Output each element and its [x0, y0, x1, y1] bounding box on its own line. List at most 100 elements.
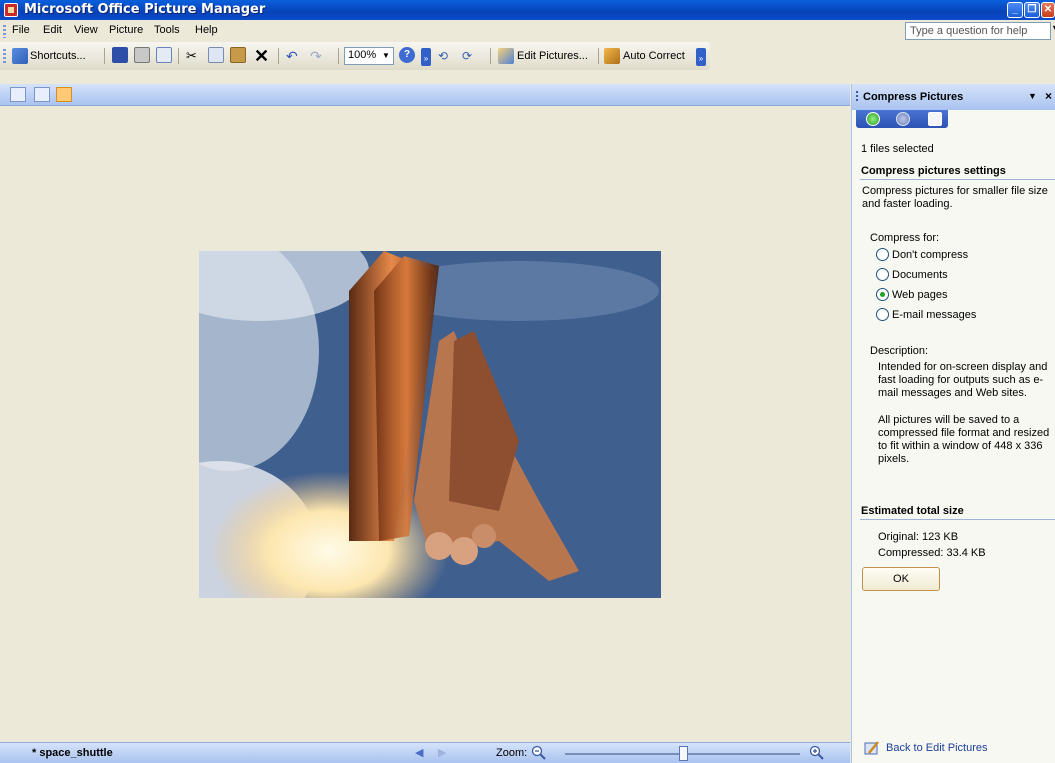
undo-icon[interactable]: ↶ — [286, 47, 298, 65]
ok-button[interactable]: OK — [862, 567, 940, 591]
zoom-in-icon[interactable] — [809, 745, 825, 761]
menu-view[interactable]: View — [74, 24, 98, 36]
menu-help[interactable]: Help — [195, 24, 218, 36]
status-bar: * space_shuttle ◀ ▶ Zoom: — [0, 742, 850, 763]
radio-button-selected[interactable] — [876, 288, 889, 301]
toolbar-separator — [278, 48, 279, 64]
view-switcher — [0, 84, 850, 106]
shortcuts-label: Shortcuts... — [30, 50, 86, 62]
window-title: Microsoft Office Picture Manager — [24, 2, 266, 17]
save-note-text: All pictures will be saved to a compress… — [878, 414, 1050, 465]
task-pane-nav — [856, 110, 948, 128]
files-selected-text: 1 files selected — [861, 143, 934, 155]
restore-button[interactable]: ❐ — [1024, 2, 1040, 18]
filmstrip-view-icon[interactable] — [34, 87, 50, 102]
toolbar-options-chevron-icon[interactable]: » — [421, 48, 431, 66]
menu-edit[interactable]: Edit — [43, 24, 62, 36]
zoom-label: Zoom: — [496, 747, 528, 759]
menu-grip[interactable] — [3, 25, 6, 38]
picture-work-area — [6, 106, 850, 742]
close-button[interactable]: ✕ — [1041, 2, 1055, 18]
home-icon[interactable] — [928, 112, 942, 126]
section-divider — [860, 519, 1055, 520]
toolbar-options-chevron-icon[interactable]: » — [696, 48, 706, 66]
back-arrow-icon[interactable] — [866, 112, 880, 126]
edit-pictures-icon — [498, 48, 514, 64]
toolbar-grip[interactable] — [3, 49, 6, 63]
radio-button[interactable] — [876, 268, 889, 281]
edit-pictures-button[interactable]: Edit Pictures... — [498, 47, 588, 65]
radio-button[interactable] — [876, 248, 889, 261]
option-documents[interactable]: Documents — [876, 268, 948, 281]
shortcuts-button[interactable]: Shortcuts... — [12, 47, 86, 65]
delete-icon[interactable]: ✕ — [254, 46, 269, 66]
edit-pictures-label: Edit Pictures... — [517, 50, 588, 62]
standard-toolbar: Shortcuts... ✂ ✕ ↶ ↷ 100% ▼ ? » ⟲ ⟳ Edit… — [0, 42, 710, 70]
help-icon[interactable]: ? — [399, 47, 415, 63]
compressed-size-text: Compressed: 33.4 KB — [878, 547, 986, 559]
back-to-edit-pictures-link[interactable]: Back to Edit Pictures — [886, 742, 988, 754]
compress-pictures-task-pane: Compress Pictures ▼ × 1 files selected C… — [851, 84, 1055, 763]
rotate-left-icon[interactable]: ⟲ — [438, 47, 448, 65]
task-pane-grip[interactable] — [856, 91, 858, 103]
toolbar-separator — [178, 48, 179, 64]
print-icon[interactable] — [134, 47, 150, 63]
menu-picture[interactable]: Picture — [109, 24, 143, 36]
section-divider — [860, 179, 1055, 180]
option-label: Documents — [892, 268, 948, 281]
zoom-out-icon[interactable] — [531, 745, 547, 761]
minimize-button[interactable]: _ — [1007, 2, 1023, 18]
paste-icon[interactable] — [230, 47, 246, 63]
description-label: Description: — [870, 345, 929, 357]
toolbar-separator — [338, 48, 339, 64]
toolbar-separator — [598, 48, 599, 64]
option-email-messages[interactable]: E-mail messages — [876, 308, 976, 321]
menu-bar: File Edit View Picture Tools Help Type a… — [0, 20, 1055, 42]
shuttle-launch-image — [199, 251, 661, 598]
option-label: E-mail messages — [892, 308, 977, 321]
publish-icon[interactable] — [156, 47, 172, 63]
single-picture-view-icon[interactable] — [56, 87, 72, 102]
current-file-name: * space_shuttle — [32, 747, 113, 759]
thumbnail-view-icon[interactable] — [10, 87, 26, 102]
zoom-select[interactable]: 100% ▼ — [344, 47, 394, 65]
chevron-down-icon: ▼ — [382, 51, 390, 60]
zoom-value: 100% — [348, 49, 377, 61]
auto-correct-icon — [604, 48, 620, 64]
help-search-input[interactable]: Type a question for help — [905, 22, 1051, 40]
toolbar-separator — [104, 48, 105, 64]
shortcuts-icon — [12, 48, 28, 64]
zoom-slider-thumb[interactable] — [678, 746, 688, 761]
edit-pictures-icon — [864, 741, 879, 755]
radio-button[interactable] — [876, 308, 889, 321]
task-pane-header: Compress Pictures ▼ × — [852, 84, 1055, 110]
rotate-right-icon[interactable]: ⟳ — [462, 47, 472, 65]
task-pane-close-icon[interactable]: × — [1045, 89, 1052, 103]
title-bar: Microsoft Office Picture Manager _ ❐ ✕ — [0, 0, 1055, 20]
space-shuttle-picture[interactable] — [199, 251, 661, 598]
forward-arrow-icon[interactable] — [896, 112, 910, 126]
app-icon — [4, 3, 18, 17]
option-label: Don't compress — [892, 248, 969, 261]
estimate-heading: Estimated total size — [861, 505, 964, 517]
redo-icon[interactable]: ↷ — [310, 47, 322, 65]
auto-correct-label: Auto Correct — [623, 50, 685, 62]
settings-heading: Compress pictures settings — [861, 165, 1006, 177]
save-icon[interactable] — [112, 47, 128, 63]
chevron-down-icon[interactable]: ▼ — [1051, 23, 1055, 33]
task-pane-menu-icon[interactable]: ▼ — [1028, 91, 1037, 101]
original-size-text: Original: 123 KB — [878, 531, 959, 543]
cut-icon[interactable]: ✂ — [186, 47, 197, 65]
previous-picture-icon[interactable]: ◀ — [415, 746, 423, 759]
menu-tools[interactable]: Tools — [154, 24, 180, 36]
option-web-pages[interactable]: Web pages — [876, 288, 947, 301]
description-text: Intended for on-screen display and fast … — [878, 361, 1048, 399]
option-dont-compress[interactable]: Don't compress — [876, 248, 968, 261]
copy-icon[interactable] — [208, 47, 224, 63]
auto-correct-button[interactable]: Auto Correct — [604, 47, 685, 65]
settings-description: Compress pictures for smaller file size … — [862, 185, 1048, 210]
next-picture-icon[interactable]: ▶ — [438, 746, 446, 759]
option-label: Web pages — [892, 288, 948, 301]
menu-file[interactable]: File — [12, 24, 30, 36]
compress-for-label: Compress for: — [870, 232, 940, 244]
